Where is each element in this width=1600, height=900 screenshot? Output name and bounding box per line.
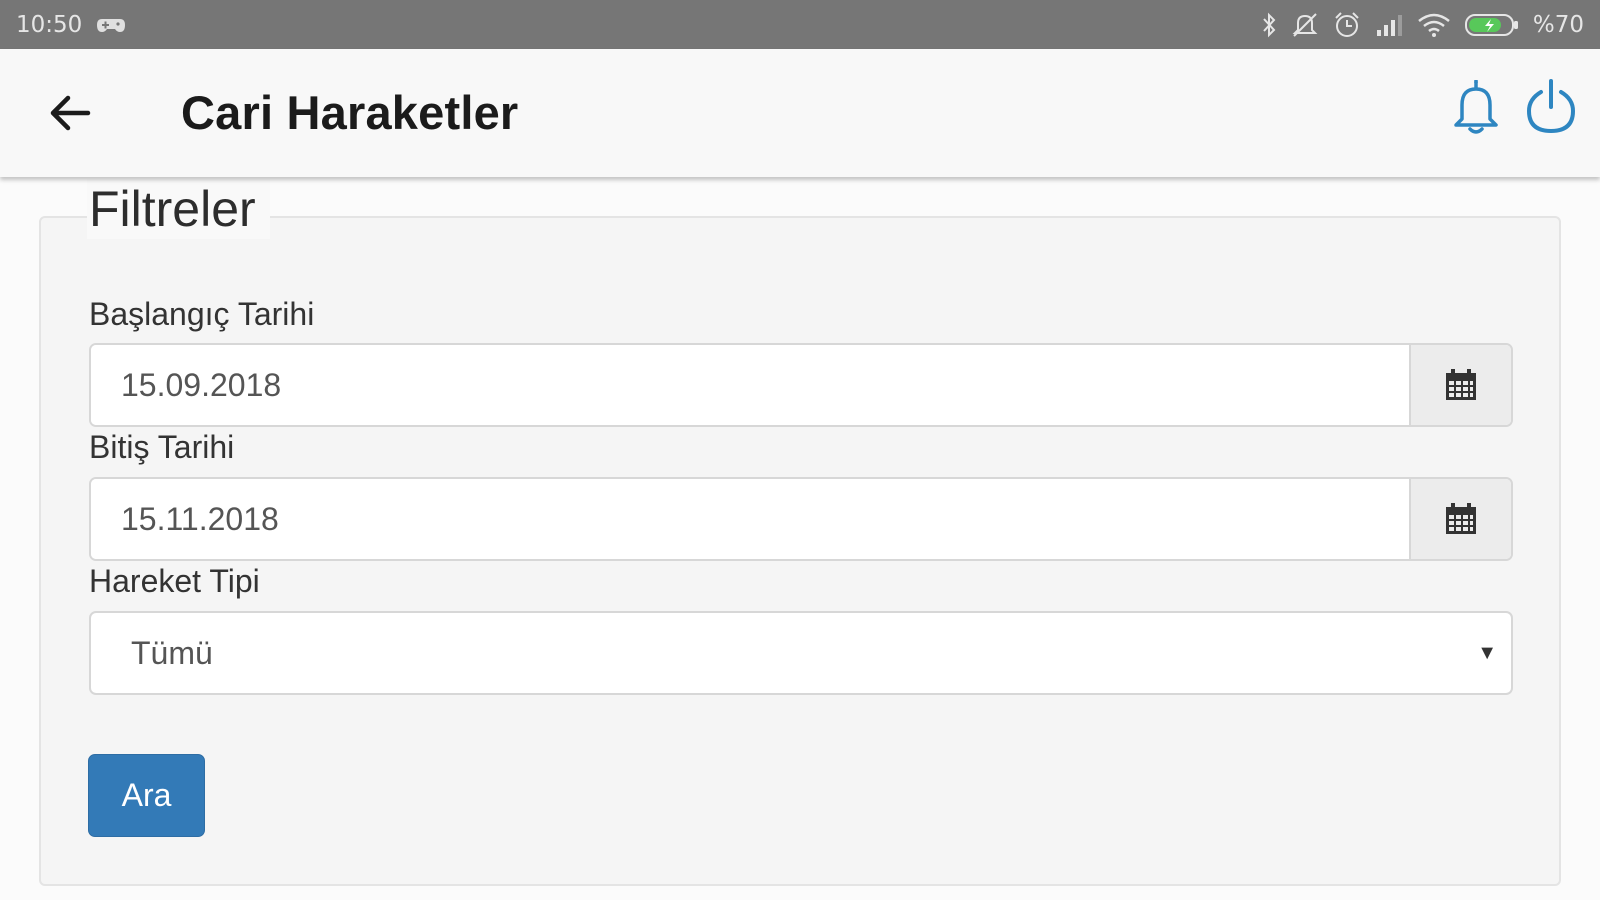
movement-type-value: Tümü [131, 635, 213, 671]
caret-down-icon: ▼ [1477, 642, 1497, 664]
wifi-icon [1417, 12, 1451, 38]
logout-button[interactable] [1523, 77, 1579, 137]
mute-icon [1291, 12, 1319, 38]
end-date-label: Bitiş Tarihi [89, 429, 235, 465]
calendar-icon [1446, 369, 1476, 400]
search-button[interactable]: Ara [88, 754, 205, 837]
start-date-calendar-button[interactable] [1409, 345, 1511, 425]
filters-legend: Filtreler [87, 179, 270, 239]
end-date-input[interactable] [91, 479, 1409, 559]
end-date-calendar-button[interactable] [1409, 479, 1511, 559]
bluetooth-icon [1261, 12, 1277, 38]
start-date-input[interactable] [91, 345, 1409, 425]
app-header: Cari Haraketler [0, 49, 1600, 177]
start-date-group [89, 343, 1513, 427]
calendar-icon [1446, 503, 1476, 534]
page-title: Cari Haraketler [181, 86, 519, 139]
end-date-group [89, 477, 1513, 561]
back-button[interactable] [44, 87, 96, 139]
signal-icon [1375, 13, 1403, 37]
battery-icon [1464, 12, 1519, 38]
game-controller-icon [96, 15, 126, 35]
status-bar-right: %70 [1261, 11, 1584, 39]
arrow-left-icon [50, 95, 91, 131]
status-bar: 10:50 %70 [0, 0, 1600, 49]
movement-type-select[interactable]: Tümü ▼ [89, 611, 1513, 695]
status-time: 10:50 [16, 11, 83, 38]
start-date-label: Başlangıç Tarihi [89, 296, 315, 332]
content-area: Filtreler Başlangıç Tarihi Bitiş Tarihi … [0, 177, 1600, 900]
battery-percent: %70 [1532, 11, 1584, 38]
notifications-button[interactable] [1448, 77, 1504, 137]
alarm-icon [1333, 11, 1361, 39]
status-bar-left: 10:50 [16, 12, 126, 38]
power-icon [1526, 79, 1576, 134]
bell-icon [1454, 80, 1498, 134]
movement-type-label: Hareket Tipi [89, 563, 260, 599]
